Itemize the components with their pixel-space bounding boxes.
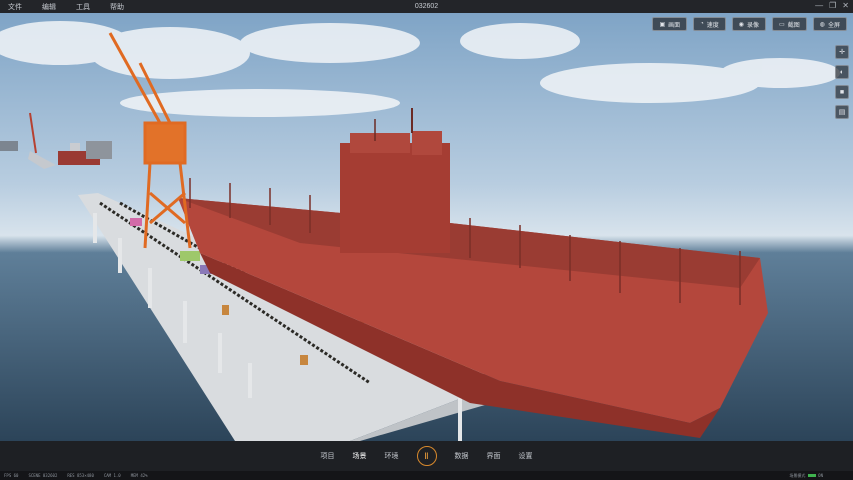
layers-icon[interactable]: ▤ bbox=[835, 105, 849, 119]
clouds bbox=[0, 21, 840, 117]
window-controls: — ❐ ✕ bbox=[815, 1, 849, 10]
globe-icon: ◍ bbox=[819, 21, 825, 28]
title-bar: 文件 编辑 工具 帮助 032602 — ❐ ✕ bbox=[0, 0, 853, 13]
menu-bar: 文件 编辑 工具 帮助 bbox=[8, 2, 144, 12]
tab-environment[interactable]: 环境 bbox=[385, 451, 399, 461]
gauge-icon: ◔ bbox=[700, 21, 704, 27]
bottom-navigation: 项目 场景 环境 Ⅱ 数据 界面 设置 bbox=[0, 441, 853, 471]
menu-help[interactable]: 帮助 bbox=[110, 2, 144, 12]
status-item: CAM 1.0 bbox=[103, 473, 121, 478]
viewport-side-toolbar: ✛ ◐ ■ ▤ bbox=[835, 45, 849, 119]
scene-mode-toggle[interactable] bbox=[807, 474, 816, 477]
maximize-icon[interactable]: ❐ bbox=[829, 1, 836, 10]
tab-settings[interactable]: 设置 bbox=[519, 451, 533, 461]
tab-interface[interactable]: 界面 bbox=[487, 451, 501, 461]
status-item: SCENE 032602 bbox=[28, 473, 58, 478]
menu-file[interactable]: 文件 bbox=[8, 2, 42, 12]
status-item: MEM 42% bbox=[130, 473, 148, 478]
screen-icon: ▭ bbox=[779, 21, 785, 28]
distant-ships bbox=[0, 112, 112, 169]
tab-data[interactable]: 数据 bbox=[455, 451, 469, 461]
view-button[interactable]: ▣ 画面 bbox=[652, 17, 688, 31]
status-item: FPS 60 bbox=[4, 473, 19, 478]
fullscreen-button[interactable]: ◍ 全屏 bbox=[812, 17, 847, 31]
camera-icon: ◉ bbox=[738, 21, 745, 28]
speed-button[interactable]: ◔ 速度 bbox=[693, 17, 726, 31]
menu-edit[interactable]: 编辑 bbox=[42, 2, 76, 12]
screenshot-button[interactable]: ▭ 截图 bbox=[772, 17, 807, 31]
3d-viewport[interactable]: ▣ 画面 ◔ 速度 ◉ 录像 ▭ 截图 ◍ 全屏 ✛ ◐ ■ ▤ bbox=[0, 13, 853, 441]
minimize-icon[interactable]: — bbox=[815, 1, 823, 10]
move-icon[interactable]: ✛ bbox=[835, 45, 849, 59]
viewport-toolbar: ▣ 画面 ◔ 速度 ◉ 录像 ▭ 截图 ◍ 全屏 bbox=[652, 17, 847, 31]
tab-scene[interactable]: 场景 bbox=[353, 451, 367, 461]
nav-tabs: 项目 场景 环境 Ⅱ 数据 界面 设置 bbox=[321, 446, 533, 466]
app-logo-icon[interactable]: Ⅱ bbox=[416, 446, 437, 466]
status-bar: FPS 60 SCENE 032602 RES 853×480 CAM 1.0 … bbox=[0, 471, 853, 480]
stop-icon[interactable]: ■ bbox=[835, 85, 849, 99]
harbor-scene bbox=[0, 21, 840, 441]
close-icon[interactable]: ✕ bbox=[842, 1, 849, 10]
record-button[interactable]: ◉ 录像 bbox=[731, 17, 767, 31]
image-icon: ▣ bbox=[659, 21, 666, 28]
tab-project[interactable]: 项目 bbox=[321, 451, 335, 461]
menu-tools[interactable]: 工具 bbox=[76, 2, 110, 12]
orbit-icon[interactable]: ◐ bbox=[835, 65, 849, 79]
status-item: RES 853×480 bbox=[67, 473, 94, 478]
scene-mode-indicator: 场景模式 ON bbox=[789, 472, 823, 478]
